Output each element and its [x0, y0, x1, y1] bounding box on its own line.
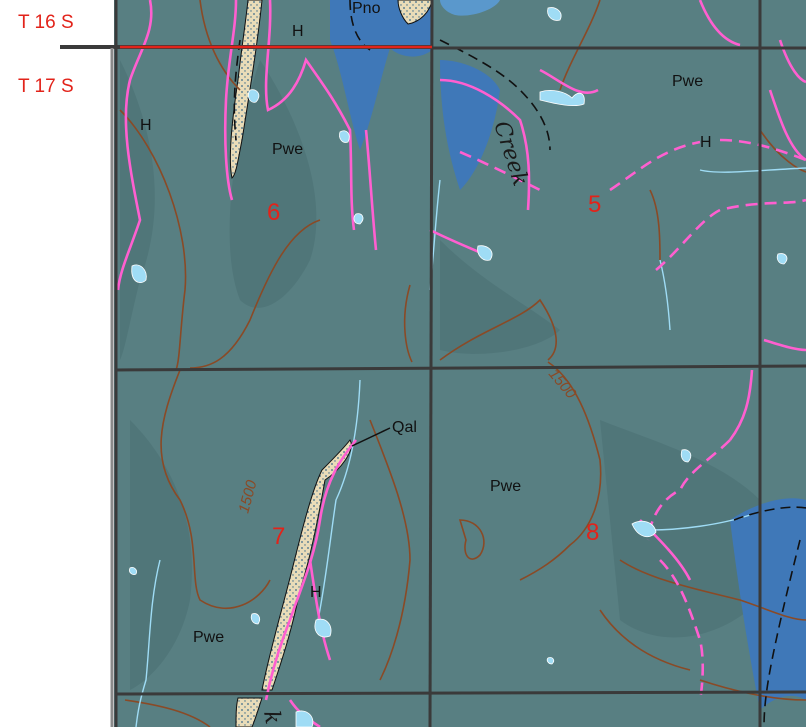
section-number-7: 7 [272, 523, 285, 550]
left-margin [0, 0, 112, 727]
unit-label-pwe-4: Pwe [193, 629, 224, 646]
unit-label-qal: Qal [392, 419, 417, 436]
section-line-h3 [115, 690, 806, 696]
section-number-8: 8 [586, 519, 599, 546]
township-label-north: T 16 S [18, 12, 74, 33]
section-number-6: 6 [267, 199, 280, 226]
unit-label-h-4: H [310, 584, 322, 601]
unit-label-pwe-2: Pwe [672, 73, 703, 90]
unit-label-pwe-1: Pwe [272, 141, 303, 158]
unit-label-h-2: H [140, 117, 152, 134]
unit-label-pno: Pno [352, 0, 381, 17]
section-line-v2 [428, 0, 434, 727]
unit-label-pwe-3: Pwe [490, 478, 521, 495]
section-number-5: 5 [588, 191, 601, 218]
geologic-map: T 16 S T 17 S 5 6 7 8 Pno H H H H Pwe Pw… [0, 0, 806, 727]
township-label-south: T 17 S [18, 76, 74, 97]
unit-label-h-3: H [700, 134, 712, 151]
unit-label-h-1: H [292, 23, 304, 40]
